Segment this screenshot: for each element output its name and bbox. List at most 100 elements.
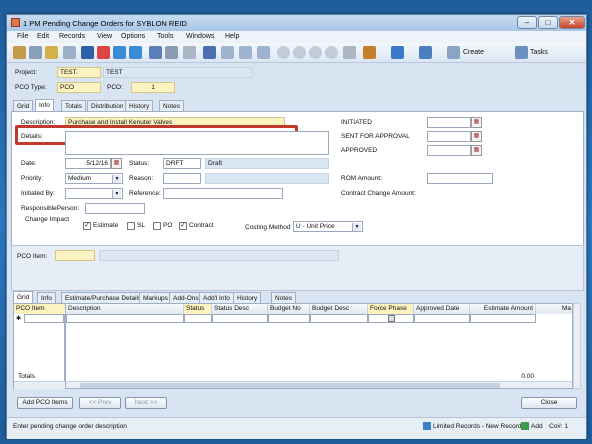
- close-button[interactable]: Close: [521, 397, 577, 409]
- lookup-icon[interactable]: [343, 46, 356, 59]
- chevron-down-icon[interactable]: ▼: [112, 175, 121, 183]
- po-checkbox[interactable]: [153, 222, 161, 230]
- col-ma[interactable]: Ma: [536, 304, 572, 314]
- next-button[interactable]: Next >>: [125, 397, 167, 409]
- estimate-checkbox[interactable]: ✓: [83, 222, 91, 230]
- sent-calendar-icon[interactable]: ▦: [471, 131, 482, 142]
- tab-item-grid[interactable]: Grid: [13, 291, 34, 303]
- tab-item-info[interactable]: Info: [37, 292, 56, 303]
- menu-options[interactable]: Options: [121, 33, 145, 40]
- last-record-icon[interactable]: [325, 46, 338, 59]
- grid-icon[interactable]: [149, 46, 162, 59]
- pco-field[interactable]: 1: [131, 82, 175, 93]
- pco-item-cell[interactable]: [24, 314, 64, 323]
- col-force-phase[interactable]: Force Phase: [368, 304, 414, 314]
- menu-edit[interactable]: Edit: [37, 33, 49, 40]
- create-button[interactable]: Create: [463, 49, 484, 56]
- menu-records[interactable]: Records: [59, 33, 85, 40]
- refresh-icon[interactable]: [129, 46, 142, 59]
- col-estimate-amount[interactable]: Estimate Amount: [470, 304, 536, 314]
- attach-icon[interactable]: [165, 46, 178, 59]
- menu-view[interactable]: View: [97, 33, 112, 40]
- approved-date-field[interactable]: [427, 145, 471, 156]
- tab-history[interactable]: History: [125, 100, 154, 111]
- folder-icon[interactable]: [45, 46, 58, 59]
- contract-checkbox[interactable]: ✓: [179, 222, 187, 230]
- force-phase-checkbox[interactable]: [388, 315, 395, 322]
- description-cell[interactable]: [66, 314, 184, 323]
- palette-icon[interactable]: [363, 46, 376, 59]
- pco-type-field[interactable]: PCO: [57, 82, 101, 93]
- add-pco-items-button[interactable]: Add PCO Items: [17, 397, 73, 409]
- layout-2-icon[interactable]: [239, 46, 252, 59]
- project-field[interactable]: TEST.: [57, 67, 101, 78]
- tab-item-history[interactable]: History: [233, 292, 262, 303]
- priority-select[interactable]: Medium ▼: [65, 173, 123, 184]
- create-icon[interactable]: [447, 46, 460, 59]
- save-icon[interactable]: [81, 46, 94, 59]
- layout-1-icon[interactable]: [221, 46, 234, 59]
- tab-markups[interactable]: Markups: [139, 292, 172, 303]
- menu-file[interactable]: File: [17, 33, 28, 40]
- grid-vertical-scrollbar[interactable]: [573, 303, 581, 389]
- tab-item-notes[interactable]: Notes: [271, 292, 296, 303]
- sent-date-field[interactable]: [427, 131, 471, 142]
- menu-tools[interactable]: Tools: [157, 33, 173, 40]
- tab-distribution[interactable]: Distribution: [87, 100, 128, 111]
- approved-calendar-icon[interactable]: ▦: [471, 145, 482, 156]
- chevron-down-icon[interactable]: ▼: [112, 190, 121, 198]
- chevron-down-icon[interactable]: ▼: [352, 223, 361, 231]
- print-icon[interactable]: [63, 46, 76, 59]
- undo-icon[interactable]: [113, 46, 126, 59]
- prev-button[interactable]: << Prev: [79, 397, 121, 409]
- next-record-icon[interactable]: [309, 46, 322, 59]
- maximize-button[interactable]: □: [538, 16, 558, 29]
- col-budget-no[interactable]: Budget No: [268, 304, 310, 314]
- tab-estimate-purchase[interactable]: Estimate/Purchase Details: [61, 292, 146, 303]
- tab-totals[interactable]: Totals: [61, 100, 86, 111]
- minimize-button[interactable]: –: [517, 16, 537, 29]
- initiated-date-field[interactable]: [427, 117, 471, 128]
- col-approved-date[interactable]: Approved Date: [414, 304, 470, 314]
- col-description[interactable]: Description: [66, 304, 184, 314]
- tab-info[interactable]: Info: [35, 99, 54, 111]
- date-field[interactable]: 5/12/16: [65, 158, 111, 169]
- filter-icon[interactable]: [391, 46, 404, 59]
- tasks-button[interactable]: Tasks: [530, 49, 548, 56]
- scrollbar-thumb[interactable]: [80, 383, 500, 388]
- col-budget-desc[interactable]: Budget Desc: [310, 304, 368, 314]
- status-code-field[interactable]: DRFT: [163, 158, 201, 169]
- menu-windows[interactable]: Windows: [186, 33, 214, 40]
- tab-grid[interactable]: Grid: [13, 100, 34, 111]
- date-calendar-icon[interactable]: ▦: [111, 158, 122, 169]
- col-status[interactable]: Status: [184, 304, 212, 314]
- left-scrollbar[interactable]: [14, 381, 66, 389]
- close-window-button[interactable]: ✕: [559, 16, 585, 29]
- reason-field[interactable]: [163, 173, 201, 184]
- edit-icon[interactable]: [419, 46, 432, 59]
- costing-method-select[interactable]: U - Unit Price ▼: [293, 221, 363, 232]
- layout-3-icon[interactable]: [257, 46, 270, 59]
- initiated-by-select[interactable]: ▼: [65, 188, 123, 199]
- prev-record-icon[interactable]: [293, 46, 306, 59]
- sl-checkbox[interactable]: [127, 222, 135, 230]
- link-icon[interactable]: [29, 46, 42, 59]
- approved-date-cell[interactable]: [414, 314, 470, 323]
- col-status-desc[interactable]: Status Desc: [212, 304, 268, 314]
- details-field[interactable]: [65, 131, 329, 155]
- spellcheck-icon[interactable]: [203, 46, 216, 59]
- grid-horizontal-scrollbar[interactable]: [66, 381, 572, 388]
- open-icon[interactable]: [13, 46, 26, 59]
- rom-amount-field[interactable]: [427, 173, 493, 184]
- tasks-icon[interactable]: [515, 46, 528, 59]
- responsible-field[interactable]: [85, 203, 145, 214]
- tab-addl-info[interactable]: Add'l Info: [199, 292, 234, 303]
- delete-icon[interactable]: [97, 46, 110, 59]
- pco-item-field[interactable]: [55, 250, 95, 261]
- initiated-calendar-icon[interactable]: ▦: [471, 117, 482, 128]
- status-cell[interactable]: [184, 314, 212, 323]
- search-icon[interactable]: [183, 46, 196, 59]
- budget-no-cell[interactable]: [268, 314, 310, 323]
- grid-header-pco-item[interactable]: PCO Item: [14, 304, 66, 314]
- estimate-amount-cell[interactable]: [470, 314, 536, 323]
